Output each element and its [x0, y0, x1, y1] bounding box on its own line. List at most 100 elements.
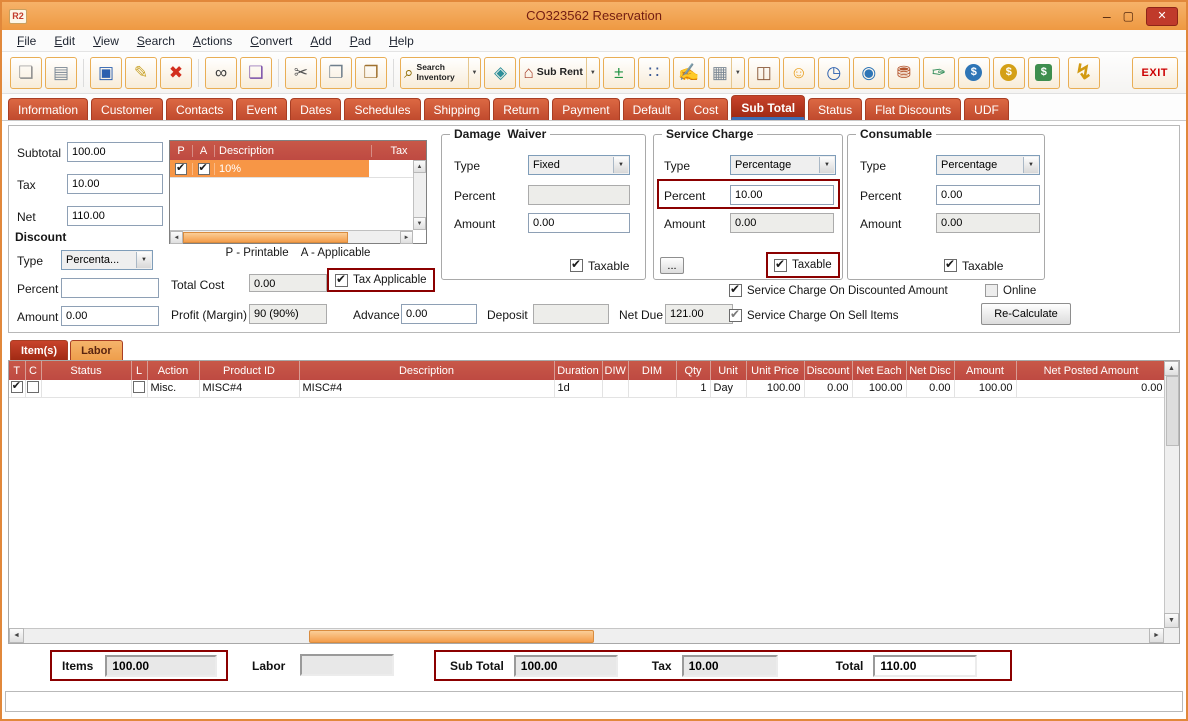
- cell-diw[interactable]: [602, 380, 628, 397]
- add-adjust-button[interactable]: ±: [603, 57, 635, 89]
- printable-checkbox[interactable]: [175, 163, 187, 175]
- history-button[interactable]: ◷: [818, 57, 850, 89]
- menu-actions[interactable]: Actions: [184, 31, 241, 51]
- dw-amount-field[interactable]: 0.00: [528, 213, 630, 233]
- print-button[interactable]: ▤: [45, 57, 77, 89]
- column-header[interactable]: Net Posted Amount: [1016, 361, 1166, 380]
- search-inventory-button[interactable]: ⌕Search Inventory▼: [400, 57, 481, 89]
- scroll-left-icon[interactable]: ◄: [9, 628, 24, 643]
- cell-action[interactable]: Misc.: [147, 380, 199, 397]
- online-checkbox[interactable]: [985, 284, 998, 297]
- tab-event[interactable]: Event: [236, 98, 287, 120]
- column-header[interactable]: C: [25, 361, 41, 380]
- dw-type-dropdown[interactable]: Fixed ▼: [528, 155, 630, 175]
- edit-button[interactable]: ✎: [125, 57, 157, 89]
- cons-taxable-checkbox[interactable]: [944, 259, 957, 272]
- row-t-checkbox[interactable]: [11, 381, 23, 393]
- tab-contacts[interactable]: Contacts: [166, 98, 233, 120]
- discount-percent-field[interactable]: [61, 278, 159, 298]
- sub-rent-button[interactable]: ⌂Sub Rent▼: [519, 57, 599, 89]
- vertical-scrollbar[interactable]: ▲ ▼: [413, 160, 426, 230]
- cash-register-button[interactable]: $: [1028, 57, 1060, 89]
- close-button[interactable]: ✕: [1146, 7, 1178, 26]
- scroll-up-icon[interactable]: ▲: [1164, 361, 1179, 376]
- cons-type-dropdown[interactable]: Percentage ▼: [936, 155, 1040, 175]
- finance-button[interactable]: $: [958, 57, 990, 89]
- maximize-button[interactable]: ▢: [1123, 10, 1134, 22]
- scrollbar-thumb[interactable]: [1166, 376, 1179, 446]
- dropdown-arrow-icon[interactable]: ▼: [586, 58, 596, 88]
- cell-status[interactable]: [41, 380, 131, 397]
- tab-payment[interactable]: Payment: [552, 98, 619, 120]
- cell-dim[interactable]: [628, 380, 676, 397]
- tab-udf[interactable]: UDF: [964, 98, 1009, 120]
- subtotal-field[interactable]: 100.00: [67, 142, 163, 162]
- web-button[interactable]: ◉: [853, 57, 885, 89]
- column-header[interactable]: Amount: [954, 361, 1016, 380]
- column-header[interactable]: Status: [41, 361, 131, 380]
- inventory-cube-button[interactable]: ◈: [484, 57, 516, 89]
- scroll-down-icon[interactable]: ▼: [413, 217, 426, 230]
- print-forms-button[interactable]: ◫: [748, 57, 780, 89]
- export-button[interactable]: ❑: [240, 57, 272, 89]
- column-header[interactable]: Action: [147, 361, 199, 380]
- books-button[interactable]: ⛃: [888, 57, 920, 89]
- column-header[interactable]: Description: [299, 361, 554, 380]
- scroll-up-icon[interactable]: ▲: [413, 160, 426, 173]
- cell-product-id[interactable]: MISC#4: [199, 380, 299, 397]
- cell-net-disc[interactable]: 0.00: [906, 380, 954, 397]
- scroll-right-icon[interactable]: ►: [400, 231, 413, 244]
- net-field[interactable]: 110.00: [67, 206, 163, 226]
- discount-type-dropdown[interactable]: Percenta... ▼: [61, 250, 153, 270]
- chevron-down-icon[interactable]: ▼: [819, 157, 834, 173]
- menu-pad[interactable]: Pad: [341, 31, 380, 51]
- column-header[interactable]: T: [9, 361, 25, 380]
- sc-on-sell-checkbox[interactable]: [729, 309, 742, 322]
- menu-convert[interactable]: Convert: [241, 31, 301, 51]
- chevron-down-icon[interactable]: ▼: [613, 157, 628, 173]
- sc-type-dropdown[interactable]: Percentage ▼: [730, 155, 836, 175]
- menu-edit[interactable]: Edit: [45, 31, 84, 51]
- sc-more-button[interactable]: ...: [660, 257, 684, 274]
- cell-unit[interactable]: Day: [710, 380, 746, 397]
- online-option[interactable]: Online: [985, 284, 1036, 297]
- column-header[interactable]: Duration: [554, 361, 602, 380]
- tab-default[interactable]: Default: [623, 98, 681, 120]
- payments-button[interactable]: $: [993, 57, 1025, 89]
- cell-qty[interactable]: 1: [676, 380, 710, 397]
- column-header[interactable]: Net Disc: [906, 361, 954, 380]
- scroll-left-icon[interactable]: ◄: [170, 231, 183, 244]
- cell-amount[interactable]: 100.00: [954, 380, 1016, 397]
- tab-schedules[interactable]: Schedules: [344, 98, 420, 120]
- cons-percent-field[interactable]: 0.00: [936, 185, 1040, 205]
- horizontal-scrollbar[interactable]: ◄ ►: [170, 230, 413, 243]
- applicable-checkbox[interactable]: [198, 163, 210, 175]
- tab-labor[interactable]: Labor: [70, 340, 123, 360]
- paste-button[interactable]: ❒: [355, 57, 387, 89]
- cell-description[interactable]: MISC#4: [299, 380, 554, 397]
- find-button[interactable]: ∞: [205, 57, 237, 89]
- dropdown-arrow-icon[interactable]: ▼: [468, 58, 478, 88]
- tab-customer[interactable]: Customer: [91, 98, 163, 120]
- lightning-button[interactable]: ↯: [1068, 57, 1100, 89]
- column-header[interactable]: Product ID: [199, 361, 299, 380]
- tax-field[interactable]: 10.00: [67, 174, 163, 194]
- tab-shipping[interactable]: Shipping: [424, 98, 491, 120]
- tab-items[interactable]: Item(s): [10, 340, 68, 360]
- column-header[interactable]: Discount: [804, 361, 852, 380]
- edit-document-button[interactable]: ✑: [923, 57, 955, 89]
- tax-description-cell[interactable]: 10%: [214, 163, 369, 175]
- menu-view[interactable]: View: [84, 31, 128, 51]
- cut-button[interactable]: ✂: [285, 57, 317, 89]
- menu-file[interactable]: File: [8, 31, 45, 51]
- column-header[interactable]: DIM: [628, 361, 676, 380]
- item-row[interactable]: Misc. MISC#4 MISC#4 1d 1 Day 100.00 0.00…: [9, 380, 1166, 397]
- cell-discount[interactable]: 0.00: [804, 380, 852, 397]
- dropdown-arrow-icon[interactable]: ▼: [731, 58, 741, 88]
- scrollbar-thumb[interactable]: [183, 232, 348, 243]
- schedule-button[interactable]: ▦▼: [708, 57, 745, 89]
- tab-status[interactable]: Status: [808, 98, 862, 120]
- recalculate-button[interactable]: Re-Calculate: [981, 303, 1071, 325]
- sc-on-discounted-checkbox[interactable]: [729, 284, 742, 297]
- column-header[interactable]: Unit: [710, 361, 746, 380]
